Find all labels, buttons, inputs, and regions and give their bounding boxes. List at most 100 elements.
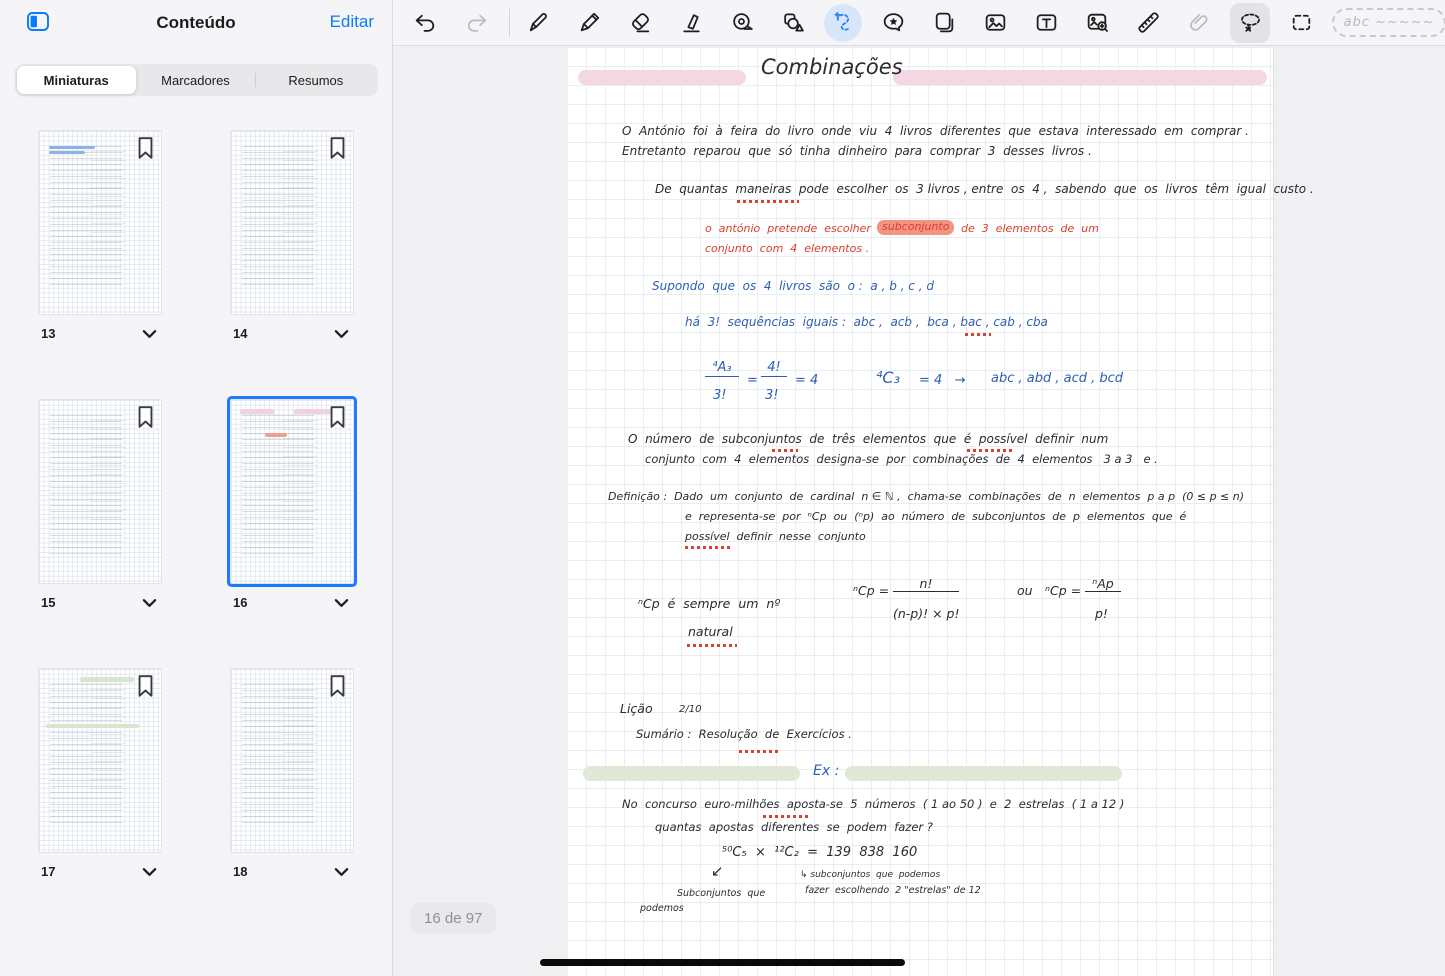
- highlighter-icon: [679, 10, 704, 35]
- notebook-page[interactable]: CombinaçõesO António foi à feira do livr…: [567, 47, 1274, 976]
- home-indicator[interactable]: [540, 959, 905, 966]
- shapes-icon: [781, 10, 806, 35]
- lasso-icon: [1238, 10, 1263, 35]
- text-button[interactable]: [1026, 3, 1066, 43]
- handwritten-text: 3!: [765, 389, 778, 404]
- page-thumbnail-18[interactable]: [230, 668, 354, 853]
- tab-marcadores[interactable]: Marcadores: [136, 66, 255, 94]
- stickers-button[interactable]: [873, 3, 913, 43]
- handwritten-text: conjunto com 4 elementos .: [705, 243, 869, 256]
- bookmark-icon[interactable]: [329, 136, 346, 160]
- page-number-label: 15: [41, 595, 55, 610]
- page-thumbnail-14[interactable]: [230, 130, 354, 315]
- handwritten-text: conjunto com 4 elementos designa-se por …: [645, 453, 1158, 466]
- bookmark-icon[interactable]: [329, 405, 346, 429]
- red-dotted-underline: [763, 815, 811, 818]
- edit-button[interactable]: Editar: [330, 12, 374, 32]
- bookmark-icon[interactable]: [329, 674, 346, 698]
- highlighter-stroke: [893, 70, 1267, 85]
- handwritten-text: ⁴C₃: [876, 369, 900, 387]
- thumbnail-cell: 18: [230, 668, 354, 879]
- ai-lasso-icon: [831, 10, 856, 35]
- thumbnail-highlight-mark: [240, 409, 274, 414]
- page-thumbnail-13[interactable]: [38, 130, 162, 315]
- shapes-button[interactable]: [773, 3, 813, 43]
- tape-button[interactable]: [722, 3, 762, 43]
- handwriting-recognition-pill: abc ~~~~~: [1332, 8, 1445, 37]
- bookmark-icon[interactable]: [137, 136, 154, 160]
- thumbnail-footer: 15: [38, 595, 162, 610]
- page-thumbnail-15[interactable]: [38, 399, 162, 584]
- page-options-chevron[interactable]: [140, 865, 159, 879]
- highlighter-button[interactable]: [671, 3, 711, 43]
- handwritten-text: há 3! sequências iguais : abc , acb , bc…: [685, 316, 1048, 330]
- handwritten-text: ⁿCp é sempre um nº: [638, 597, 780, 611]
- page-number-label: 13: [41, 326, 55, 341]
- ruler-button[interactable]: [1128, 3, 1168, 43]
- photo-search-button[interactable]: [1077, 3, 1117, 43]
- page-options-chevron[interactable]: [332, 865, 351, 879]
- handwritten-text: de 3 elementos de um: [961, 223, 1099, 236]
- bookmark-icon[interactable]: [137, 674, 154, 698]
- handwritten-text: ⁿCp =: [853, 584, 889, 598]
- page-thumbnail-17[interactable]: [38, 668, 162, 853]
- thumbnail-cell: 15: [38, 399, 162, 610]
- page-options-chevron[interactable]: [140, 596, 159, 610]
- thumbnail-highlight-mark: [49, 151, 86, 154]
- cards-icon: [932, 10, 957, 35]
- handwritten-text: subconjunto: [877, 220, 954, 235]
- handwritten-text: fazer escolhendo 2 "estrelas" de 12: [805, 886, 981, 897]
- chevron-down-icon: [142, 329, 157, 339]
- handwritten-text: O número de subconjuntos de três element…: [628, 433, 1108, 447]
- page-options-chevron[interactable]: [332, 596, 351, 610]
- pen-button[interactable]: [518, 3, 558, 43]
- handwritten-text: e representa-se por ⁿCp ou (ⁿp) ao númer…: [685, 511, 1186, 524]
- red-dotted-underline: [739, 750, 781, 753]
- page-options-chevron[interactable]: [140, 327, 159, 341]
- thumbnail-cell: 13: [38, 130, 162, 341]
- handwritten-text: Sumário : Resolução de Exercícios .: [636, 728, 852, 741]
- goodnotes-window: Conteúdo Editar MiniaturasMarcadoresResu…: [0, 0, 1445, 976]
- handwritten-text: 2/10: [679, 704, 701, 716]
- tab-miniaturas[interactable]: Miniaturas: [17, 66, 136, 94]
- handwritten-text: Combinações: [761, 55, 903, 79]
- thumbnail-footer: 17: [38, 864, 162, 879]
- eraser-button[interactable]: [620, 3, 660, 43]
- red-dotted-underline: [965, 333, 991, 336]
- thumbnail-footer: 13: [38, 326, 162, 341]
- handwritten-text: = 4 →: [919, 374, 966, 389]
- handwritten-text: De quantas maneiras pode escolher os 3 l…: [655, 183, 1314, 197]
- handwritten-text: Lição: [620, 702, 653, 716]
- thumbnail-highlight-mark: [265, 433, 287, 437]
- image-button[interactable]: [975, 3, 1015, 43]
- red-dotted-underline: [967, 449, 1013, 452]
- handwritten-text: ou: [1017, 584, 1033, 598]
- stickers-icon: [881, 10, 906, 35]
- tab-resumos[interactable]: Resumos: [256, 66, 375, 94]
- handwritten-text: 3!: [713, 389, 726, 404]
- pen-icon: [526, 10, 551, 35]
- thumbnail-highlight-mark: [46, 724, 139, 728]
- handwritten-text: n!: [893, 577, 959, 592]
- cards-button[interactable]: [924, 3, 964, 43]
- page-thumbnail-16[interactable]: [230, 399, 354, 584]
- marquee-button[interactable]: [1281, 3, 1321, 43]
- eraser-icon: [628, 10, 653, 35]
- handwritten-text: p!: [1095, 607, 1108, 621]
- bookmark-icon[interactable]: [137, 405, 154, 429]
- marquee-icon: [1289, 10, 1314, 35]
- pencil-button[interactable]: [569, 3, 609, 43]
- handwritten-text: = 4: [795, 374, 818, 389]
- chevron-down-icon: [334, 598, 349, 608]
- handwritten-text: quantas apostas diferentes se podem faze…: [655, 821, 933, 834]
- undo-button[interactable]: [405, 3, 445, 43]
- handwritten-text: Supondo que os 4 livros são o : a , b , …: [652, 280, 934, 294]
- thumbnail-highlight-mark: [49, 146, 95, 149]
- page-number-label: 17: [41, 864, 55, 879]
- page-options-chevron[interactable]: [332, 327, 351, 341]
- handwritten-text: (n-p)! × p!: [893, 607, 960, 621]
- paperclip-button: [1179, 3, 1219, 43]
- lasso-button[interactable]: [1230, 3, 1270, 43]
- ai-lasso-button[interactable]: [824, 4, 862, 42]
- red-dotted-underline: [737, 200, 799, 203]
